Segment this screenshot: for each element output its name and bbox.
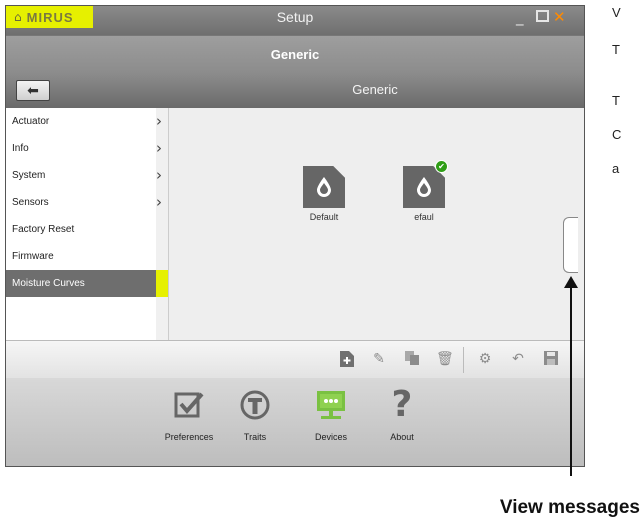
nav-preferences[interactable]: Preferences xyxy=(157,388,221,442)
devices-icon xyxy=(314,388,348,422)
toolbar-divider xyxy=(463,347,464,373)
close-button[interactable]: ✕ xyxy=(553,9,566,25)
chevron-right-icon: › xyxy=(156,112,162,130)
settings-gears-icon[interactable]: ⚙ xyxy=(477,351,493,367)
nav-bar: ⬅ Generic xyxy=(6,72,584,108)
maximize-button[interactable] xyxy=(536,10,549,22)
sidebar-item-system[interactable]: System › xyxy=(6,162,162,189)
nav-about[interactable]: ? About xyxy=(370,384,434,443)
sidebar-item-label: Firmware xyxy=(12,251,54,262)
nav-label: Devices xyxy=(314,432,347,442)
sidebar-item-label: Sensors xyxy=(12,197,49,208)
selection-accent xyxy=(156,270,168,297)
sidebar-item-info[interactable]: Info › xyxy=(6,135,162,162)
undo-icon[interactable]: ↶ xyxy=(510,351,526,367)
section-header: Generic xyxy=(6,35,584,73)
mirus-logo[interactable]: ⌂ MIRUS xyxy=(6,6,93,28)
bottom-nav: Preferences Traits Devices ? About xyxy=(6,378,584,466)
sidebar-item-sensors[interactable]: Sensors › xyxy=(6,189,162,216)
sidebar-item-label: System xyxy=(12,170,46,181)
app-window: Setup ⌂ MIRUS _ ✕ Generic ⬅ Generic Actu… xyxy=(5,5,585,467)
file-label: Default xyxy=(309,212,339,222)
sidebar: Actuator › Info › System › Sensors › Fac… xyxy=(6,108,169,340)
title-bar: Setup ⌂ MIRUS _ ✕ xyxy=(6,6,584,35)
curves-panel: Default ✔ efaul xyxy=(169,108,584,340)
callout-line xyxy=(570,282,572,476)
file-icon xyxy=(303,166,345,208)
sidebar-item-factory-reset[interactable]: Factory Reset xyxy=(6,216,156,243)
water-drop-icon xyxy=(317,177,331,197)
nav-label: Preferences xyxy=(164,432,214,442)
side-text-fragment: a xyxy=(612,161,620,176)
water-drop-icon xyxy=(417,177,431,197)
add-file-icon[interactable] xyxy=(339,351,355,367)
chevron-right-icon: › xyxy=(156,139,162,157)
sidebar-item-label: Info xyxy=(12,143,29,154)
sidebar-item-firmware[interactable]: Firmware xyxy=(6,243,156,270)
edit-pencil-icon[interactable]: ✎ xyxy=(371,351,387,367)
side-text-fragment: T xyxy=(612,93,620,108)
nav-traits[interactable]: Traits xyxy=(223,388,287,442)
view-messages-tab[interactable] xyxy=(563,217,578,273)
nav-devices[interactable]: Devices xyxy=(299,388,363,442)
sidebar-item-label: Moisture Curves xyxy=(12,278,85,289)
copy-icon[interactable] xyxy=(404,351,420,367)
trash-icon[interactable]: 🗑 xyxy=(436,351,454,367)
active-check-icon: ✔ xyxy=(435,160,448,173)
home-icon: ⌂ xyxy=(14,10,22,24)
traits-icon xyxy=(238,388,272,422)
save-icon[interactable] xyxy=(543,351,559,367)
checkbox-icon xyxy=(172,388,206,422)
sidebar-item-moisture-curves[interactable]: Moisture Curves xyxy=(6,270,168,297)
question-icon: ? xyxy=(391,384,413,425)
side-text-fragment: C xyxy=(612,127,622,142)
sidebar-item-label: Actuator xyxy=(12,116,50,127)
side-text-fragment: T xyxy=(612,42,620,57)
minimize-button[interactable]: _ xyxy=(516,9,524,25)
nav-title: Generic xyxy=(352,82,398,97)
chevron-right-icon: › xyxy=(156,193,162,211)
callout-label: View messages xyxy=(499,497,640,518)
side-text-fragment: V xyxy=(612,5,621,20)
brand-name: MIRUS xyxy=(26,9,74,25)
file-label: efaul xyxy=(414,212,434,222)
back-button[interactable]: ⬅ xyxy=(16,80,50,101)
nav-label: Traits xyxy=(243,432,267,442)
back-arrow-icon: ⬅ xyxy=(27,82,39,99)
sidebar-item-label: Factory Reset xyxy=(12,224,75,235)
action-toolbar: ✎ 🗑 ⚙ ↶ xyxy=(6,340,584,380)
sidebar-item-actuator[interactable]: Actuator › xyxy=(6,108,162,135)
nav-label: About xyxy=(390,432,414,442)
chevron-right-icon: › xyxy=(156,166,162,184)
